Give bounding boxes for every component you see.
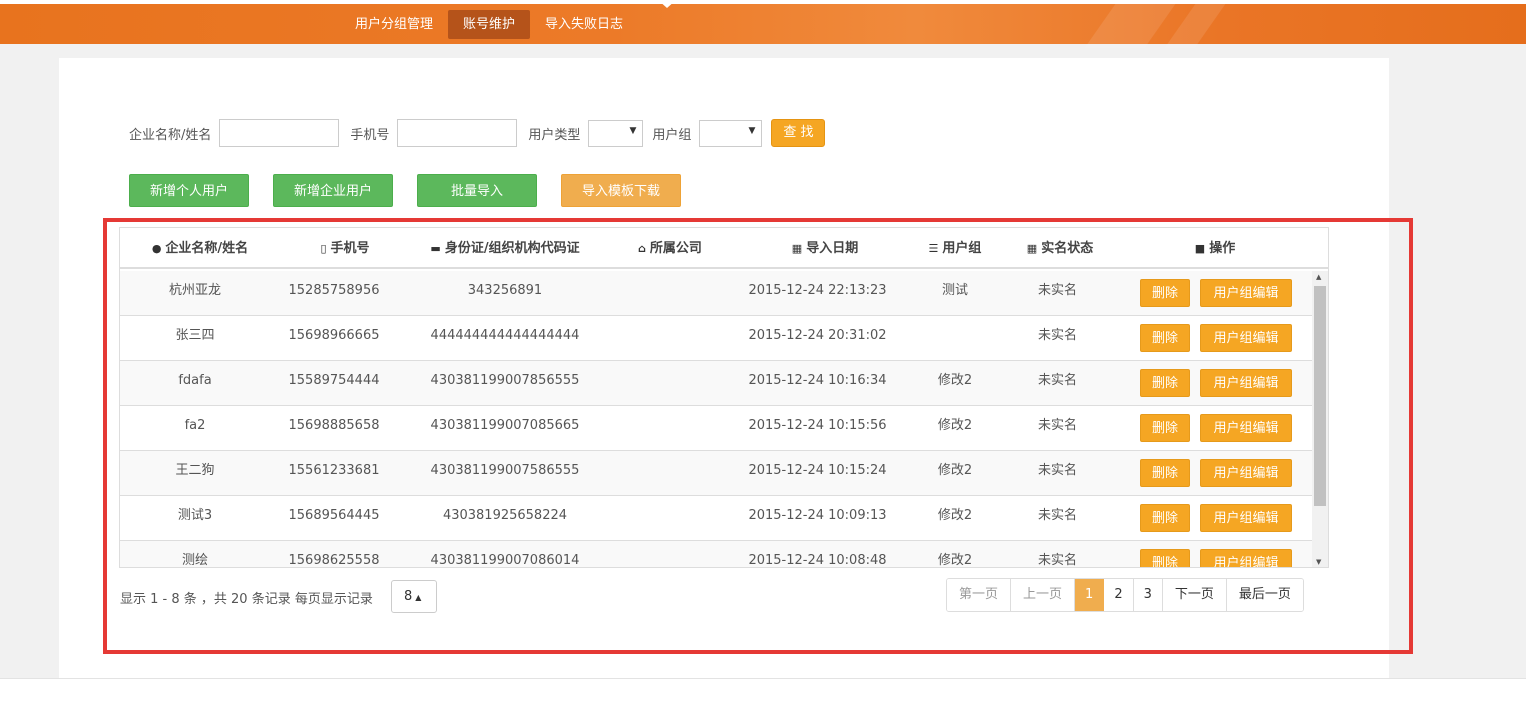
nav-item-account-maintenance[interactable]: 账号维护: [448, 10, 531, 39]
user-group-label: 用户组: [652, 127, 692, 143]
user-type-label: 用户类型: [528, 127, 581, 143]
find-button[interactable]: 查 找: [771, 119, 826, 147]
nav-pointer: [658, 0, 676, 8]
download-template-button[interactable]: 导入模板下载: [561, 174, 681, 207]
nav-item-user-group[interactable]: 用户分组管理: [340, 10, 448, 39]
batch-import-button[interactable]: 批量导入: [417, 174, 537, 207]
top-nav-bar: 用户分组管理 账号维护 导入失败日志: [0, 0, 1526, 48]
phone-input[interactable]: [397, 119, 518, 147]
footer-area: [0, 678, 1526, 713]
phone-label: 手机号: [350, 127, 390, 143]
nav-menu: 用户分组管理 账号维护 导入失败日志: [340, 10, 638, 39]
user-type-select[interactable]: ▼: [588, 119, 644, 147]
search-bar: 企业名称/姓名 手机号 用户类型 ▼ 用户组 ▼ 查 找: [129, 119, 826, 147]
company-name-label: 企业名称/姓名: [129, 127, 212, 143]
add-personal-user-button[interactable]: 新增个人用户: [129, 174, 249, 207]
company-name-input[interactable]: [219, 119, 340, 147]
add-company-user-button[interactable]: 新增企业用户: [273, 174, 393, 207]
nav-item-import-fail-log[interactable]: 导入失败日志: [530, 10, 638, 39]
chevron-down-icon: ▼: [629, 125, 637, 136]
highlight-box: [103, 218, 1413, 654]
user-group-select[interactable]: ▼: [699, 119, 763, 147]
chevron-down-icon: ▼: [748, 125, 756, 136]
